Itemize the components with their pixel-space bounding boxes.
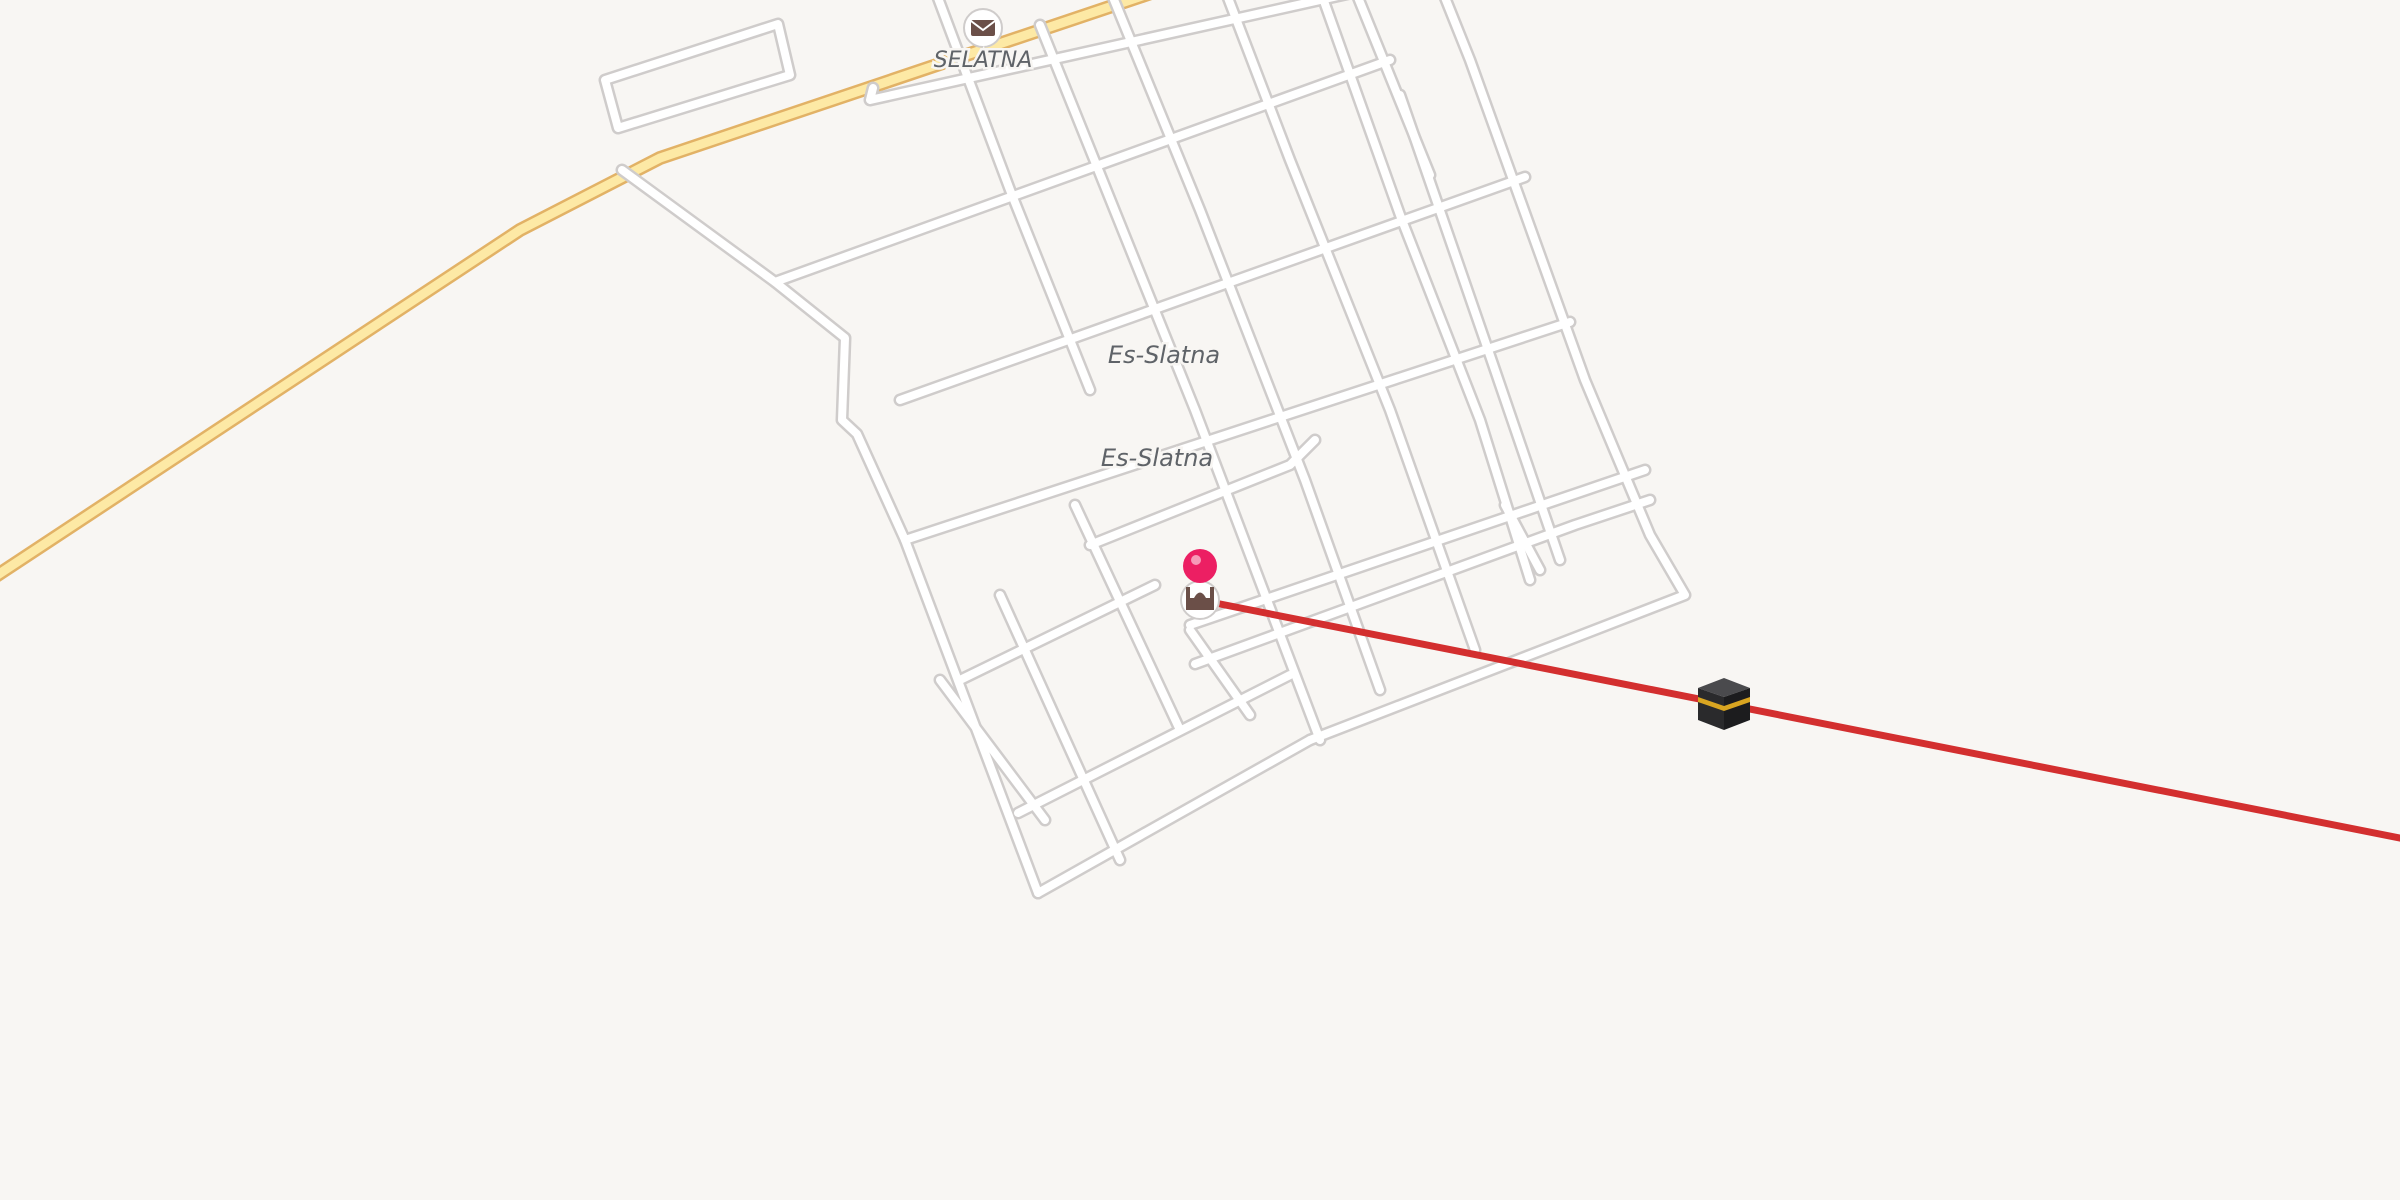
post-office-poi[interactable]: [963, 8, 1003, 48]
district-label-upper: Es-Slatna: [1108, 341, 1220, 369]
highway-casing: [0, 0, 1153, 582]
map-canvas[interactable]: SELATNA Es-Slatna Es-Slatna: [0, 0, 2400, 1200]
post-office-label: SELATNA: [934, 48, 1033, 73]
street-northwest-road: [615, 163, 912, 547]
highway: [0, 0, 1153, 582]
mosque-poi[interactable]: [1180, 580, 1220, 620]
street-block-top-left: [598, 17, 797, 135]
map-view[interactable]: SELATNA Es-Slatna Es-Slatna: [0, 0, 2400, 1200]
envelope-icon: [970, 20, 996, 36]
qibla-direction-line: [1196, 596, 2400, 842]
district-label-lower: Es-Slatna: [1101, 444, 1213, 472]
kaaba-icon: [1698, 678, 1750, 730]
location-pin-icon[interactable]: [1183, 549, 1217, 583]
highway-fill: [0, 0, 1145, 579]
